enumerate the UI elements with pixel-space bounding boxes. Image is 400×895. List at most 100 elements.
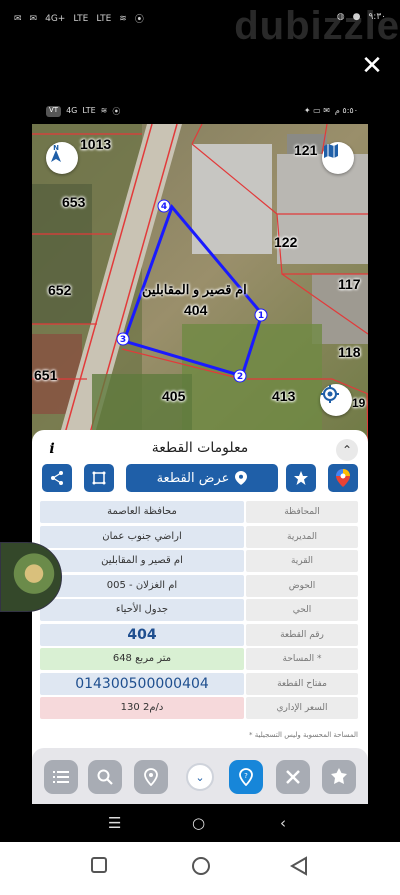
area-footnote: * المساحة المحسوبة وليس التسجيلية [249,731,358,739]
measure-button[interactable] [276,760,310,794]
parcel-number-value: 404 [40,623,244,646]
lte-label: LTE [73,13,89,24]
google-maps-icon [336,469,350,487]
frame-icon [92,471,106,485]
governorate-label: المحافظة [246,501,358,523]
detail-row-neighborhood: جدول الأحياء الحي [40,598,360,623]
frame-button[interactable] [84,464,114,492]
list-button[interactable] [44,760,78,794]
system-navigation-bar [0,842,400,895]
area-label: المساحة * [246,648,358,670]
parcel-key-value: 014300500000404 [40,672,244,695]
parcel-label-1013: 1013 [80,136,112,152]
basin-label: الحوض [246,574,358,597]
village-value: ام قصير و المقابلين [40,550,244,572]
back-triangle-icon[interactable] [289,856,308,880]
favorite-button[interactable] [286,464,316,492]
search-button[interactable] [88,760,122,794]
bottom-toolbar: ⌄ ? [32,748,368,804]
inner-network: 4G [66,106,78,115]
home-circle-icon[interactable]: ○ [192,814,205,832]
back-arrow-icon[interactable]: ‹ [280,814,286,832]
inner-navigation-bar: ☰ ○ ‹ [32,804,368,842]
parcel-label-121: 121 [294,142,318,158]
parcel-label-653: 653 [62,194,86,210]
directorate-value: اراضي جنوب عمان [40,525,244,548]
screen: ✉ ✉ 4G+ LTE LTE ≋ ⦿ ◍ ● ٩:٣٠ dubizzle ✕ … [0,0,400,895]
share-button[interactable] [42,464,72,492]
parcel-number-label: رقم القطعة [246,623,358,646]
chevron-down-icon: ⌄ [195,770,205,784]
location-pin-button[interactable] [134,760,168,794]
parcel-label-404: 404 [184,302,208,318]
sheet-header: i معلومات القطعة ⌃ [32,430,368,466]
map-layers-button[interactable] [322,142,354,174]
recent-apps-icon[interactable]: ☰ [108,814,121,832]
mail-icon-2: ✉ [29,13,38,24]
lte-label-2: LTE [96,13,112,24]
share-icon [51,471,63,485]
vertex-2: 2 [237,372,243,382]
detail-row-village: ام قصير و المقابلين القرية [40,549,360,574]
watermark-logo: dubizzle [234,4,400,48]
detail-row-parcel-key: 014300500000404 مفتاح القطعة [40,672,360,697]
google-maps-button[interactable] [328,464,358,492]
inner-wifi-icon: ≋ [100,106,108,115]
wifi-icon: ≋ [119,13,127,24]
inner-icons: ✦ ▭ ✉ [303,106,330,115]
my-location-button[interactable] [320,384,352,416]
home-circle-button-icon[interactable] [191,856,211,880]
expand-down-button[interactable]: ⌄ [186,763,214,791]
detail-row-directorate: اراضي جنوب عمان المديرية [40,525,360,550]
village-label-field: القرية [246,550,358,572]
compass-button[interactable]: N [46,142,78,174]
parcel-details: محافظة العاصمة المحافظة اراضي جنوب عمان … [40,500,360,721]
show-parcel-button[interactable]: عرض القطعة [126,464,278,492]
mail-icon: ✉ [14,13,22,24]
inner-status-bar: VT 4G LTE ≋ ⦿ ✦ ▭ ✉ ٥:٥٠ م [32,98,368,124]
village-label: ام قصير و المقابلين [142,282,247,297]
show-parcel-label: عرض القطعة [156,470,230,486]
detail-row-admin-price: 130 د/م2 السعر الإداري [40,696,360,721]
detail-row-area: 648 متر مربع المساحة * [40,647,360,672]
vertex-1: 1 [258,311,264,321]
parcel-key-label: مفتاح القطعة [246,672,358,695]
inner-time: ٥:٥٠ م [334,106,358,115]
crosshair-icon [321,385,339,403]
parcel-label-651: 651 [34,367,58,383]
vt-badge: VT [46,106,62,117]
area-value: 648 متر مربع [40,648,244,670]
vertex-4: 4 [161,202,167,212]
vertex-3: 3 [120,335,126,345]
star-icon [294,471,308,485]
sheet-title: معلومات القطعة [151,440,249,456]
parcel-label-122: 122 [274,234,298,250]
map-icon [324,144,338,158]
location-icon: ⦿ [134,15,144,25]
collapse-button[interactable]: ⌃ [336,439,358,461]
parcel-label-652: 652 [48,282,72,298]
location-marker-icon: ? [239,768,253,786]
home-button[interactable] [322,760,356,794]
badge-star-icon [331,768,347,784]
compass-icon: N [51,144,61,162]
parcel-label-19: 19 [352,396,366,410]
detail-row-parcel-number: 404 رقم القطعة [40,623,360,648]
location-pin-active-button[interactable]: ? [229,760,263,794]
parcel-label-118: 118 [338,344,361,360]
detail-row-governorate: محافظة العاصمة المحافظة [40,500,360,525]
basin-value: ام الغزلان - 005 [40,574,244,597]
network-label: 4G+ [45,13,66,24]
overview-square-icon[interactable] [90,856,108,878]
parcel-map[interactable]: 4 1 3 2 1013 121 653 122 652 117 651 118… [32,124,368,444]
sheet-toolbar: عرض القطعة [32,464,368,496]
parcel-label-405: 405 [162,388,186,404]
close-button[interactable]: ✕ [360,53,384,79]
parcel-label-413: 413 [272,388,296,404]
detail-row-basin: ام الغزلان - 005 الحوض [40,574,360,599]
governorate-value: محافظة العاصمة [40,501,244,523]
location-pin-icon [144,768,158,786]
parcel-label-117: 117 [338,276,361,292]
inner-location-icon: ⦿ [112,107,121,116]
admin-price-value: 130 د/م2 [40,697,244,719]
